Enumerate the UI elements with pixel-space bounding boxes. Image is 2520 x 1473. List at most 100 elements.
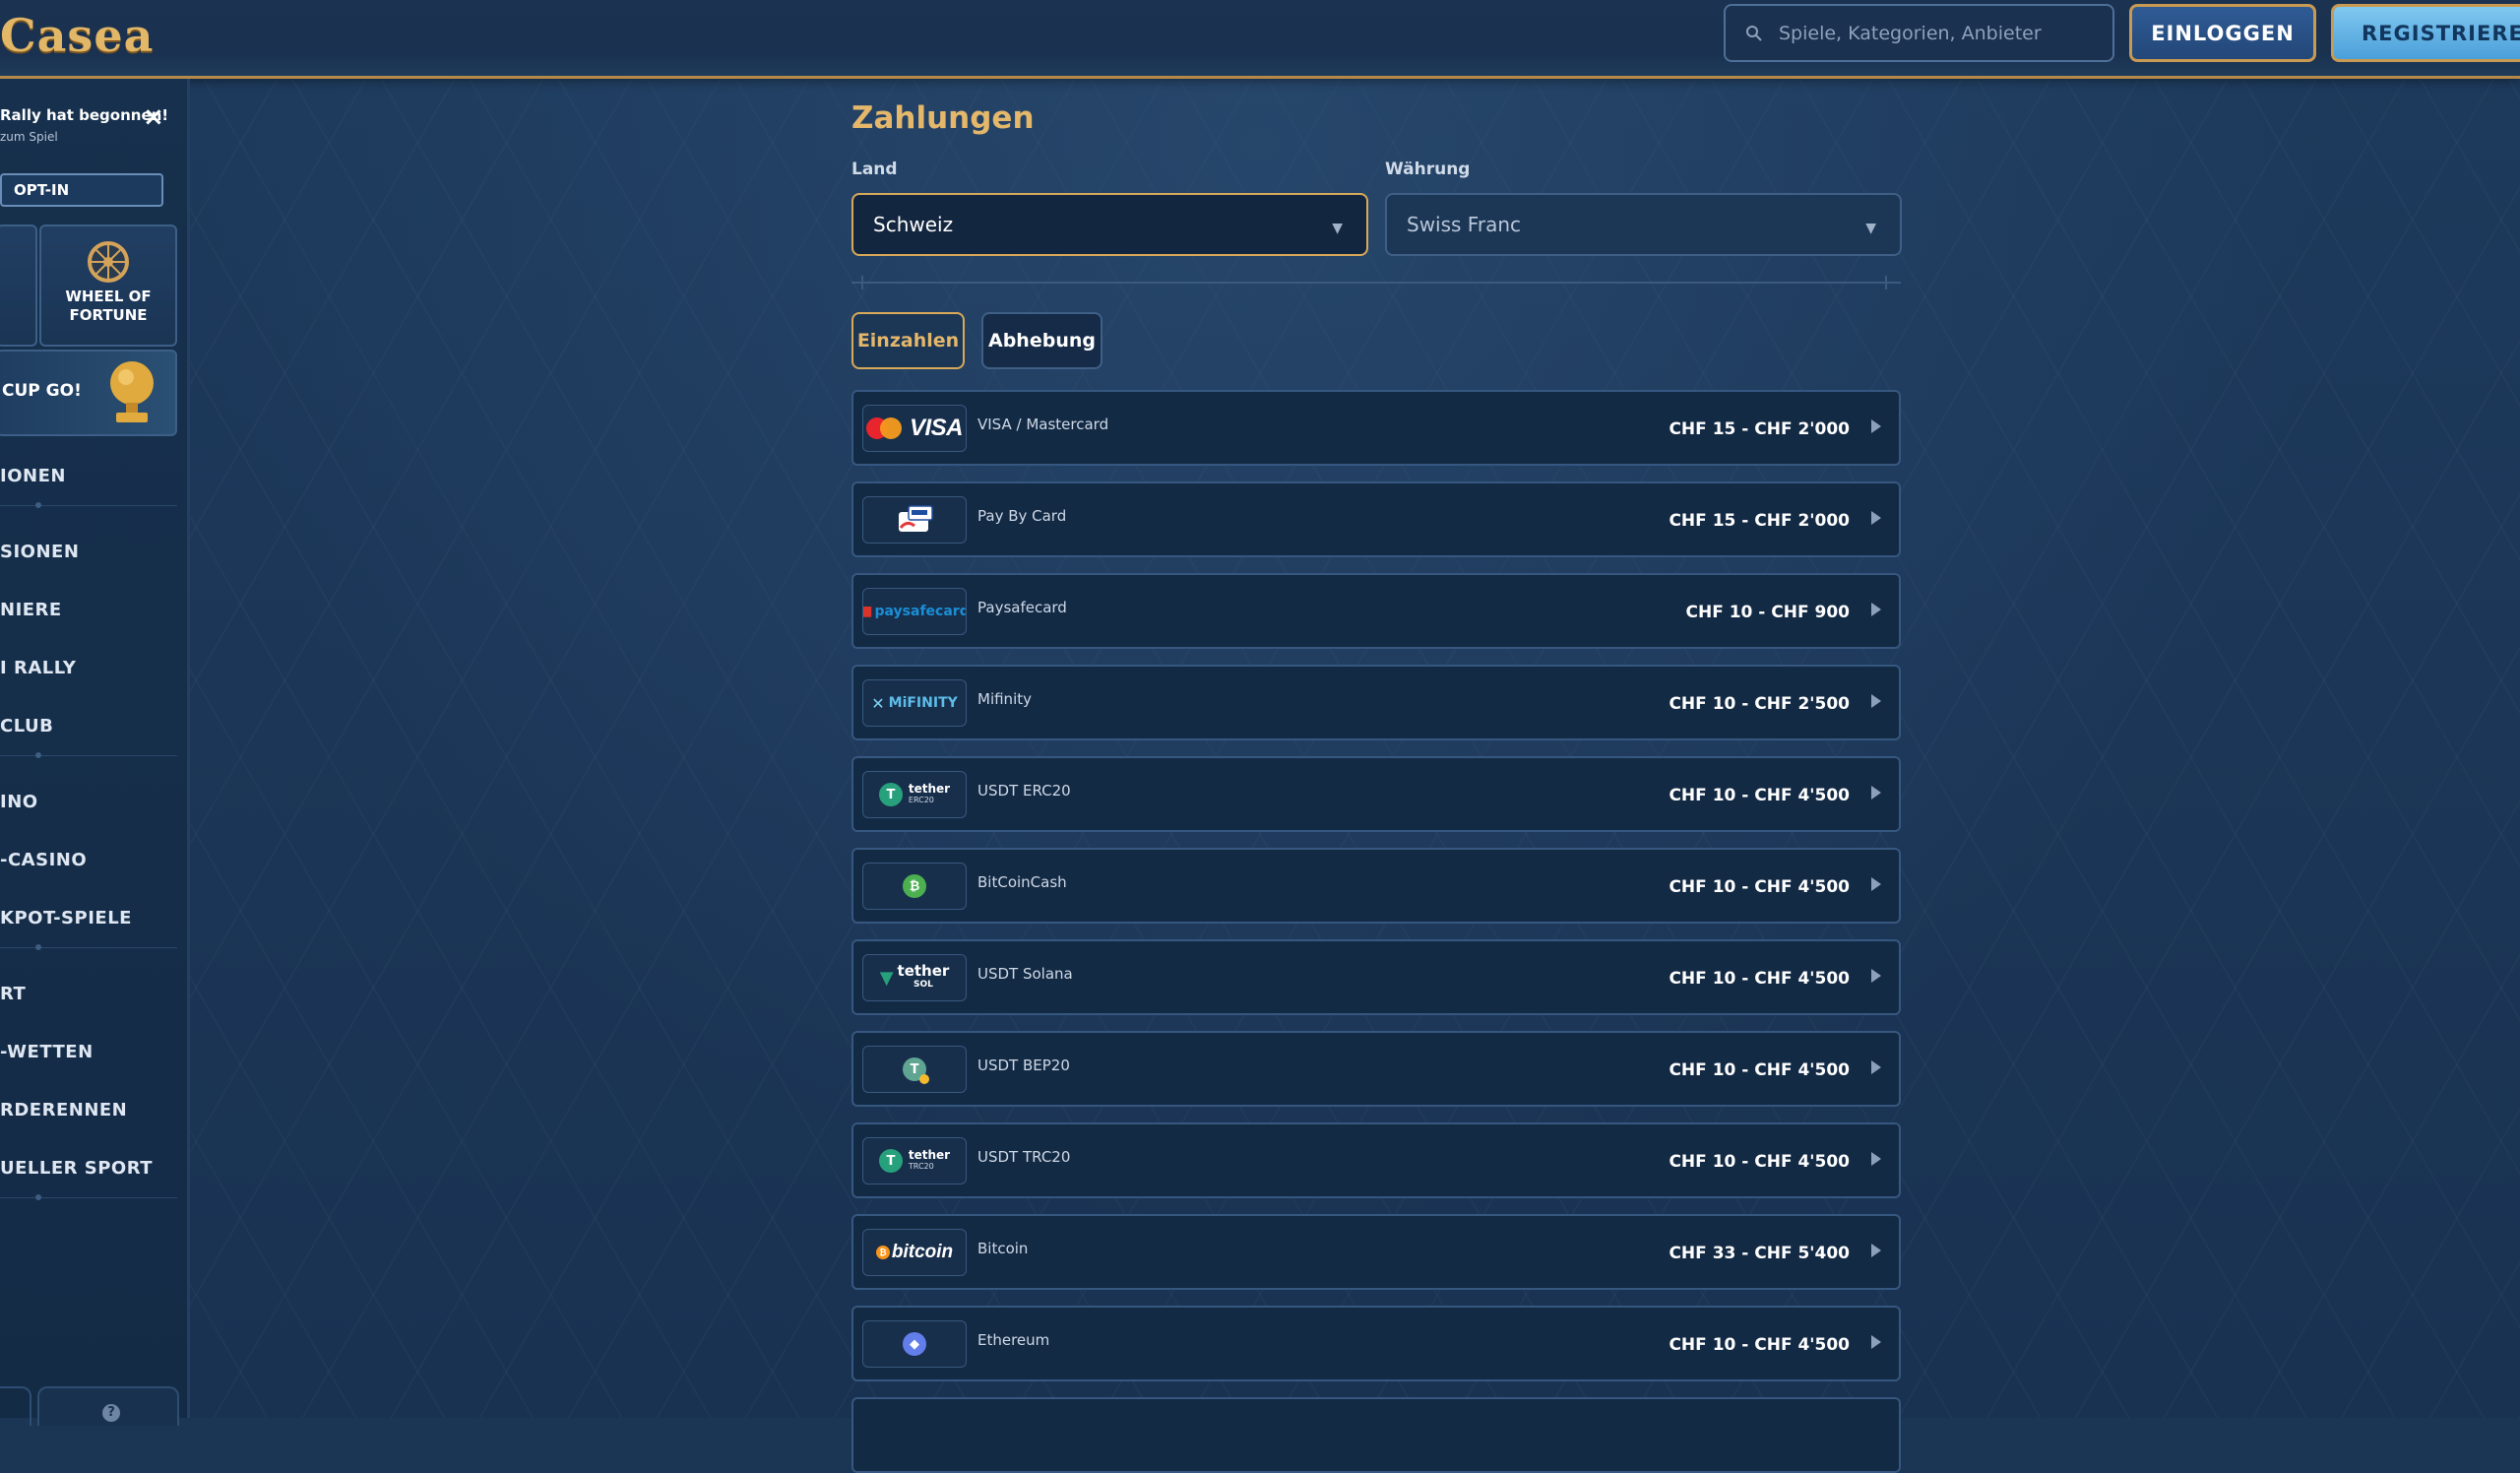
method-range: CHF 10 - CHF 4'500: [1669, 1060, 1850, 1080]
visa-mastercard-logo-icon: VISA: [862, 405, 967, 452]
method-range: CHF 10 - CHF 4'500: [1669, 1335, 1850, 1355]
payment-method-row[interactable]: T tether TRC20 USDT TRC20 CHF 10 - CHF 4…: [851, 1122, 1901, 1198]
method-name: Bitcoin: [977, 1240, 1029, 1257]
payment-method-row[interactable]: ◆ Ethereum CHF 10 - CHF 4'500: [851, 1306, 1901, 1381]
chevron-right-icon: [1871, 786, 1881, 800]
trophy-icon: [110, 361, 154, 422]
nav-divider: [0, 1194, 177, 1200]
search-icon: [1746, 25, 1762, 41]
nav-item-horse-racing[interactable]: RDERENNEN: [0, 1100, 127, 1121]
nav-item-promotions[interactable]: IONEN: [0, 466, 66, 486]
currency-label: Währung: [1385, 160, 1471, 179]
nav-divider: [0, 944, 177, 950]
login-button[interactable]: EINLOGGEN: [2129, 4, 2316, 62]
chevron-right-icon: [1871, 1244, 1881, 1257]
chevron-right-icon: [1871, 419, 1881, 433]
payment-method-row[interactable]: T tether ERC20 USDT ERC20 CHF 10 - CHF 4…: [851, 756, 1901, 832]
nav-item-tournaments[interactable]: NIERE: [0, 600, 62, 620]
method-range: CHF 10 - CHF 900: [1685, 603, 1850, 622]
method-name: USDT TRC20: [977, 1148, 1071, 1166]
tab-withdraw[interactable]: Abhebung: [981, 312, 1102, 369]
payment-method-row[interactable]: ₿ bitcoin Bitcoin CHF 33 - CHF 5'400: [851, 1214, 1901, 1290]
cup-label: CUP GO!: [2, 381, 82, 401]
chevron-right-icon: [1871, 1060, 1881, 1074]
mifinity-logo-icon: ✕ MiFINITY: [862, 679, 967, 727]
country-select[interactable]: Schweiz ▼: [851, 193, 1368, 256]
rally-subtitle: zum Spiel: [0, 130, 58, 144]
method-name: VISA / Mastercard: [977, 416, 1109, 433]
chevron-right-icon: [1871, 877, 1881, 891]
tether-trc20-logo-icon: T tether TRC20: [862, 1137, 967, 1185]
chevron-right-icon: [1871, 1335, 1881, 1349]
chevron-right-icon: [1871, 969, 1881, 983]
wheel-label: WHEEL OF FORTUNE: [65, 288, 152, 324]
opt-in-button[interactable]: OPT-IN: [0, 173, 163, 207]
method-name: USDT ERC20: [977, 782, 1071, 800]
nav-item-jackpot-games[interactable]: KPOT-SPIELE: [0, 908, 132, 929]
nav-item-casino[interactable]: INO: [0, 792, 38, 812]
method-name: Mifinity: [977, 690, 1032, 708]
casea-logo[interactable]: Casea: [0, 6, 154, 65]
tab-deposit[interactable]: Einzahlen: [851, 312, 965, 369]
register-button[interactable]: REGISTRIEREN: [2331, 4, 2520, 62]
page-title: Zahlungen: [851, 100, 1035, 136]
method-range: CHF 10 - CHF 4'500: [1669, 1152, 1850, 1172]
logo-text: Casea: [0, 9, 155, 62]
method-range: CHF 10 - CHF 4'500: [1669, 969, 1850, 989]
nav-item-virtual-sport[interactable]: UELLER SPORT: [0, 1158, 153, 1179]
nav-item-missions[interactable]: SIONEN: [0, 542, 79, 562]
wheel-of-fortune-tile[interactable]: WHEEL OF FORTUNE: [39, 224, 177, 347]
nav-divider: [0, 752, 177, 758]
payment-method-row[interactable]: ▼ tether SOL USDT Solana CHF 10 - CHF 4'…: [851, 939, 1901, 1015]
chevron-down-icon: ▼: [1865, 221, 1876, 236]
method-name: Ethereum: [977, 1331, 1050, 1349]
method-name: Paysafecard: [977, 599, 1067, 616]
nav-item-live-casino[interactable]: -CASINO: [0, 850, 87, 870]
range-divider: [851, 276, 1901, 289]
payment-method-row[interactable]: ✕ MiFINITY Mifinity CHF 10 - CHF 2'500: [851, 665, 1901, 740]
nav-item-rally[interactable]: I RALLY: [0, 658, 76, 678]
nav-item-club[interactable]: CLUB: [0, 716, 53, 736]
help-icon: ?: [102, 1404, 120, 1422]
chevron-right-icon: [1871, 694, 1881, 708]
tether-sol-logo-icon: ▼ tether SOL: [862, 954, 967, 1001]
payment-method-row[interactable]: ■paysafecard Paysafecard CHF 10 - CHF 90…: [851, 573, 1901, 649]
nav-item-sport[interactable]: RT: [0, 984, 26, 1004]
chevron-right-icon: [1871, 511, 1881, 525]
method-name: BitCoinCash: [977, 873, 1067, 891]
nav-divider: [0, 502, 177, 508]
method-range: CHF 33 - CHF 5'400: [1669, 1244, 1850, 1263]
close-icon[interactable]: ×: [143, 102, 164, 132]
top-bar: Casea EINLOGGEN REGISTRIEREN: [0, 0, 2520, 79]
currency-select[interactable]: Swiss Franc ▼: [1385, 193, 1902, 256]
chevron-right-icon: [1871, 1152, 1881, 1166]
method-range: CHF 10 - CHF 2'500: [1669, 694, 1850, 714]
sidebar: Rally hat begonnen! zum Spiel × OPT-IN W…: [0, 79, 190, 1426]
wheel-icon: [88, 241, 129, 283]
tether-erc20-logo-icon: T tether ERC20: [862, 771, 967, 818]
nav-item-live-betting[interactable]: -WETTEN: [0, 1042, 94, 1062]
cup-go-tile[interactable]: CUP GO!: [0, 350, 177, 436]
method-name: USDT Solana: [977, 965, 1073, 983]
payment-method-row[interactable]: T USDT BEP20 CHF 10 - CHF 4'500: [851, 1031, 1901, 1107]
method-name: USDT BEP20: [977, 1057, 1070, 1074]
payment-method-row[interactable]: VISA VISA / Mastercard CHF 15 - CHF 2'00…: [851, 390, 1901, 466]
country-value: Schweiz: [873, 213, 954, 236]
payment-method-row-partial[interactable]: [851, 1397, 1901, 1473]
currency-value: Swiss Franc: [1407, 213, 1522, 236]
country-label: Land: [851, 160, 898, 179]
paysafecard-logo-icon: ■paysafecard: [862, 588, 967, 635]
method-range: CHF 15 - CHF 2'000: [1669, 511, 1850, 531]
help-tab[interactable]: ?: [37, 1386, 179, 1426]
bitcoin-logo-icon: ₿ bitcoin: [862, 1229, 967, 1276]
pay-by-card-logo-icon: [862, 496, 967, 544]
payment-method-row[interactable]: Pay By Card CHF 15 - CHF 2'000: [851, 481, 1901, 557]
payment-method-row[interactable]: ₿ BitCoinCash CHF 10 - CHF 4'500: [851, 848, 1901, 924]
sidebar-bottom-tab[interactable]: [0, 1386, 32, 1426]
search-box[interactable]: [1724, 4, 2114, 62]
search-input[interactable]: [1777, 21, 2096, 45]
bitcoincash-logo-icon: ₿: [862, 863, 967, 910]
tether-bep20-logo-icon: T: [862, 1046, 967, 1093]
method-range: CHF 15 - CHF 2'000: [1669, 419, 1850, 439]
promo-tile[interactable]: [0, 224, 37, 347]
